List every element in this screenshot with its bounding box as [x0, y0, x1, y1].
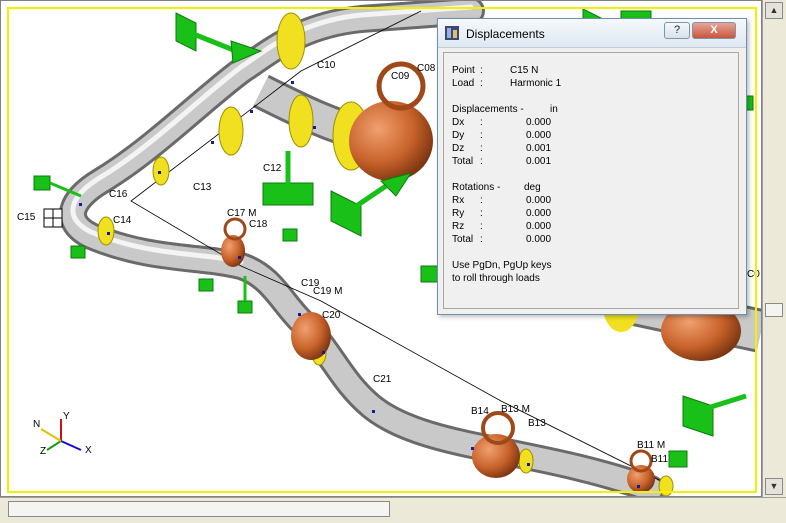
close-button[interactable]: X	[692, 22, 736, 39]
label-c10: C10	[317, 60, 336, 71]
axis-triad: Y N Z X	[33, 411, 92, 457]
label-c09: C09	[391, 71, 410, 82]
label-c13: C13	[193, 182, 212, 193]
point-value: C15 N	[510, 65, 539, 76]
horizontal-scrollbar[interactable]	[0, 497, 786, 523]
label-b13m: B13 M	[501, 404, 530, 415]
app-icon	[445, 26, 459, 40]
load-label: Load	[452, 78, 475, 89]
hint-line-2: to roll through loads	[452, 273, 540, 284]
label-c08: C08	[417, 63, 436, 74]
triad-n: N	[33, 419, 40, 430]
rotation-total-value: 0.000	[526, 234, 552, 245]
label-c21: C21	[373, 374, 392, 385]
vertical-scroll-thumb[interactable]	[765, 303, 783, 317]
displacements-unit: in	[550, 104, 558, 115]
rotation-total-label: Total	[452, 234, 474, 245]
label-c12: C12	[263, 163, 282, 174]
ry-label: Ry	[452, 208, 465, 219]
dialog-content: Point : C15 N Load : Harmonic 1 Displace…	[443, 52, 739, 309]
rx-label: Rx	[452, 195, 465, 206]
rx-value: 0.000	[526, 195, 552, 206]
displacement-total-label: Total	[452, 156, 474, 167]
rz-value: 0.000	[526, 221, 552, 232]
label-c17m: C17 M	[227, 208, 256, 219]
selected-node-marker[interactable]	[43, 208, 63, 228]
ry-value: 0.000	[526, 208, 552, 219]
dx-value: 0.000	[526, 117, 552, 128]
dx-label: Dx	[452, 117, 465, 128]
label-c20: C20	[322, 310, 341, 321]
dz-value: 0.001	[526, 143, 552, 154]
dy-value: 0.000	[526, 130, 552, 141]
help-button[interactable]: ?	[664, 22, 690, 39]
vertical-scrollbar[interactable]: ▲ ▼	[762, 0, 786, 497]
label-b14: B14	[471, 406, 489, 417]
rz-label: Rz	[452, 221, 465, 232]
hint-line-1: Use PgDn, PgUp keys	[452, 260, 552, 271]
displacements-dialog[interactable]: Displacements ? X Point : C15 N Load : H…	[437, 18, 747, 315]
horizontal-scroll-thumb[interactable]	[8, 501, 390, 517]
rotations-heading: Rotations -	[452, 182, 501, 193]
label-b11: B11	[651, 454, 668, 465]
dialog-title: Displacements	[466, 27, 545, 41]
point-label: Point	[452, 65, 475, 76]
rotations-unit: deg	[524, 182, 541, 193]
dz-label: Dz	[452, 143, 465, 154]
displacement-total-value: 0.001	[526, 156, 552, 167]
label-c14: C14	[113, 215, 132, 226]
label-c15: C15	[17, 212, 36, 223]
label-b13: B13	[528, 418, 546, 429]
scroll-down-arrow[interactable]: ▼	[765, 478, 783, 495]
triad-z: Z	[40, 446, 46, 457]
triad-y: Y	[63, 411, 70, 422]
label-c19m: C19 M	[313, 286, 342, 297]
triad-x: X	[85, 445, 92, 456]
label-c18: C18	[249, 219, 268, 230]
label-c0: C0	[747, 269, 760, 280]
dialog-titlebar[interactable]: Displacements ? X	[438, 19, 746, 48]
label-b11m: B11 M	[637, 440, 665, 451]
load-value: Harmonic 1	[510, 78, 562, 89]
label-c16: C16	[109, 189, 128, 200]
dy-label: Dy	[452, 130, 465, 141]
scroll-up-arrow[interactable]: ▲	[765, 2, 783, 19]
displacements-heading: Displacements -	[452, 104, 524, 115]
